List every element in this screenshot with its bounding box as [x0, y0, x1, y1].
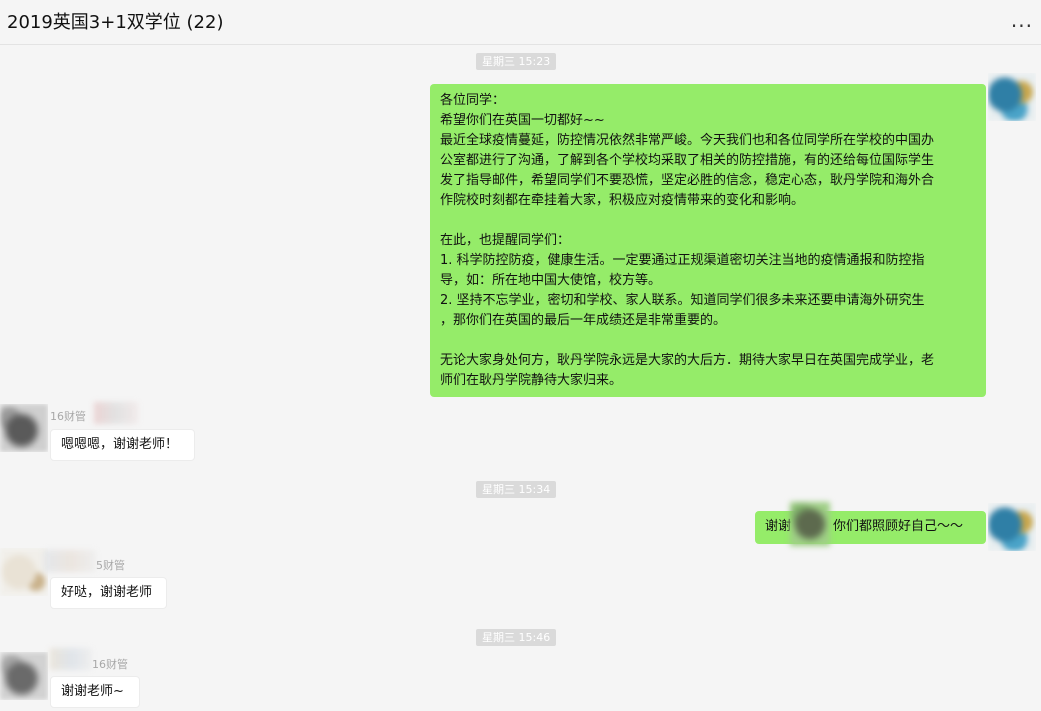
- chat-header: 2019英国3+1双学位 (22) ...: [0, 0, 1041, 45]
- message-line: 公室都进行了沟通，了解到各个学校均采取了相关的防控措施，有的还给每位国际学生: [440, 153, 935, 168]
- sender-name: 16财管: [50, 410, 86, 423]
- message-line: 发了指导邮件，希望同学们不要恐慌，坚定必胜的信念，稳定心态，耿丹学院和海外合: [440, 173, 935, 188]
- message-line: 2. 坚持不忘学业，密切和学校、家人联系。知道同学们很多未来还要申请海外研究生: [440, 293, 925, 308]
- message-text: 各位同学： 希望你们在英国一切都好~~ 最近全球疫情蔓延，防控情况依然非常严峻。今天…: [440, 91, 976, 391]
- message-line: [440, 211, 976, 231]
- message-line: 各位同学：: [440, 93, 506, 108]
- message-line: 在此，也提醒同学们：: [440, 233, 571, 248]
- sender-avatar[interactable]: [0, 404, 48, 452]
- message-line: 导，如：所在地中国大使馆，校方等。: [440, 273, 662, 288]
- sender-name: 16财管: [92, 658, 128, 671]
- message-text: 好哒，谢谢老师: [61, 585, 153, 600]
- incoming-message-bubble[interactable]: 谢谢老师~: [50, 676, 140, 708]
- incoming-message-bubble[interactable]: 嗯嗯嗯，谢谢老师！: [50, 429, 195, 461]
- timestamp-divider: 星期三 15:46: [476, 629, 557, 646]
- sender-avatar[interactable]: [0, 548, 48, 596]
- my-avatar[interactable]: [988, 73, 1036, 121]
- more-options-button[interactable]: ...: [1011, 8, 1033, 32]
- message-line: 作院校时刻都在牵挂着大家，积极应对疫情带来的变化和影响。: [440, 193, 805, 208]
- timestamp-divider: 星期三 15:23: [476, 53, 557, 70]
- message-line: 最近全球疫情蔓延，防控情况依然非常严峻。今天我们也和各位同学所在学校的中国办: [440, 133, 935, 148]
- message-text: 谢谢老师~: [61, 684, 124, 699]
- my-avatar[interactable]: [988, 503, 1036, 551]
- chat-title: 2019英国3+1双学位 (22): [7, 12, 224, 33]
- message-text-start: 谢谢: [765, 519, 792, 534]
- sender-name-redaction: [44, 550, 96, 572]
- timestamp-divider: 星期三 15:34: [476, 481, 557, 498]
- sender-name-redaction: [94, 402, 138, 424]
- message-text-end: 你们都照顾好自己～～: [833, 519, 964, 534]
- sender-avatar[interactable]: [0, 652, 48, 700]
- sender-name: 5财管: [96, 559, 125, 572]
- outgoing-message-bubble[interactable]: 各位同学： 希望你们在英国一切都好~~ 最近全球疫情蔓延，防控情况依然非常严峻。今天…: [430, 84, 986, 397]
- message-line: [440, 331, 976, 351]
- message-line: 师们在耿丹学院静待大家归来。: [440, 373, 623, 388]
- message-text: 嗯嗯嗯，谢谢老师！: [61, 437, 179, 452]
- message-line: 希望你们在英国一切都好~~: [440, 113, 605, 128]
- sender-name-redaction: [50, 648, 92, 670]
- incoming-message-bubble[interactable]: 好哒，谢谢老师: [50, 577, 167, 609]
- message-line: 无论大家身处何方，耿丹学院永远是大家的大后方．期待大家早日在英国完成学业，老: [440, 353, 935, 368]
- mention-redaction: [790, 502, 830, 546]
- message-line: 1. 科学防控防疫，健康生活。一定要通过正规渠道密切关注当地的疫情通报和防控指: [440, 253, 925, 268]
- message-line: ，那你们在英国的最后一年成绩还是非常重要的。: [440, 313, 727, 328]
